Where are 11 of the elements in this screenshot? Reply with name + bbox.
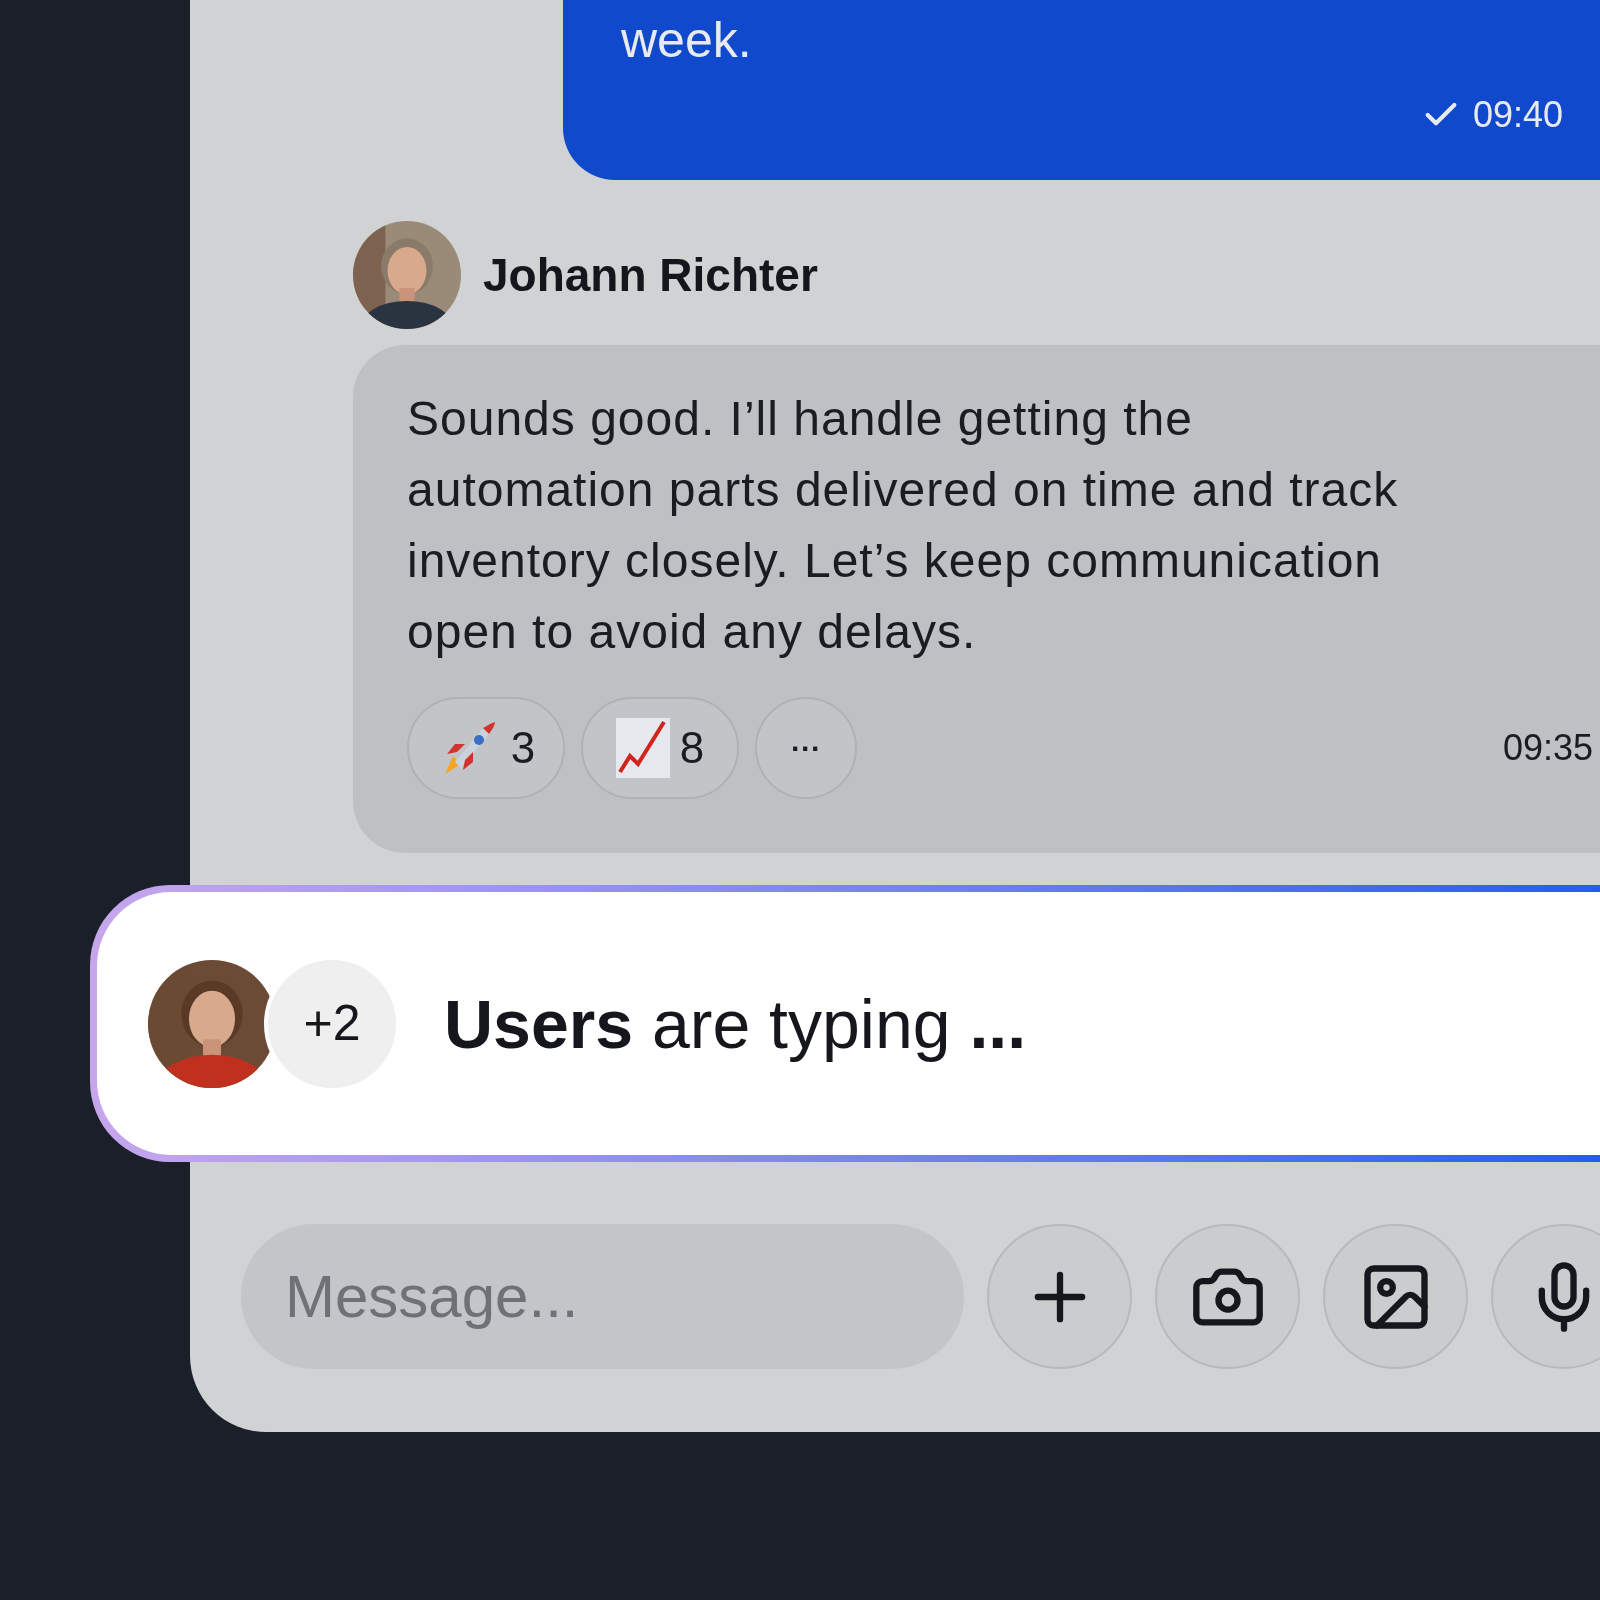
message-time: 09:35 <box>1502 726 1593 770</box>
chart-icon <box>615 718 670 778</box>
more-reactions-button[interactable]: ··· <box>755 697 857 799</box>
typing-text: Users are typing ... <box>444 984 1027 1064</box>
reaction-chip[interactable]: 8 <box>581 697 739 799</box>
message-input[interactable]: Message... <box>241 1224 964 1369</box>
sender-name: Johann Richter <box>483 247 818 303</box>
message-text: Sounds good. I’ll handle getting the automation parts delivered on time and track inventory closely. Let’s keep communication open to avoid any delays. <box>407 391 1400 660</box>
reaction-chip[interactable]: 3 <box>407 697 565 799</box>
message-time: 09:40 <box>1473 93 1564 137</box>
message-text: week. <box>621 11 753 70</box>
